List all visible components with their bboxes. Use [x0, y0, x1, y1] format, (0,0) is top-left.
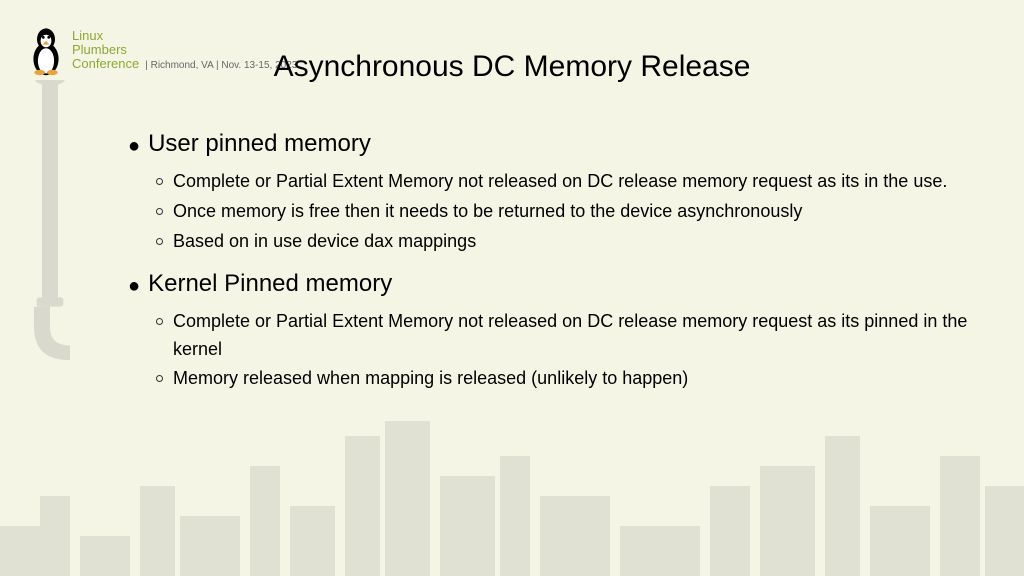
slide-body: ● User pinned memory Complete or Partial… [128, 130, 984, 407]
bullet-icon: ● [128, 130, 140, 162]
circle-icon [156, 238, 163, 245]
list-item: Based on in use device dax mappings [156, 228, 984, 256]
section-heading: ● User pinned memory [128, 130, 984, 162]
bullet-icon: ● [128, 270, 140, 302]
circle-icon [156, 178, 163, 185]
section-heading-text: Kernel Pinned memory [148, 270, 392, 298]
circle-icon [156, 318, 163, 325]
section-heading-text: User pinned memory [148, 130, 371, 158]
skyline-graphic [0, 396, 1024, 576]
circle-icon [156, 375, 163, 382]
list-item: Complete or Partial Extent Memory not re… [156, 308, 984, 364]
conf-name-line1: Linux [72, 29, 297, 43]
circle-icon [156, 208, 163, 215]
pipe-graphic [30, 80, 70, 360]
list-item: Memory released when mapping is released… [156, 365, 984, 393]
section-heading: ● Kernel Pinned memory [128, 270, 984, 302]
list-item: Complete or Partial Extent Memory not re… [156, 168, 984, 196]
slide-title: Asynchronous DC Memory Release [0, 50, 1024, 84]
list-item: Once memory is free then it needs to be … [156, 198, 984, 226]
